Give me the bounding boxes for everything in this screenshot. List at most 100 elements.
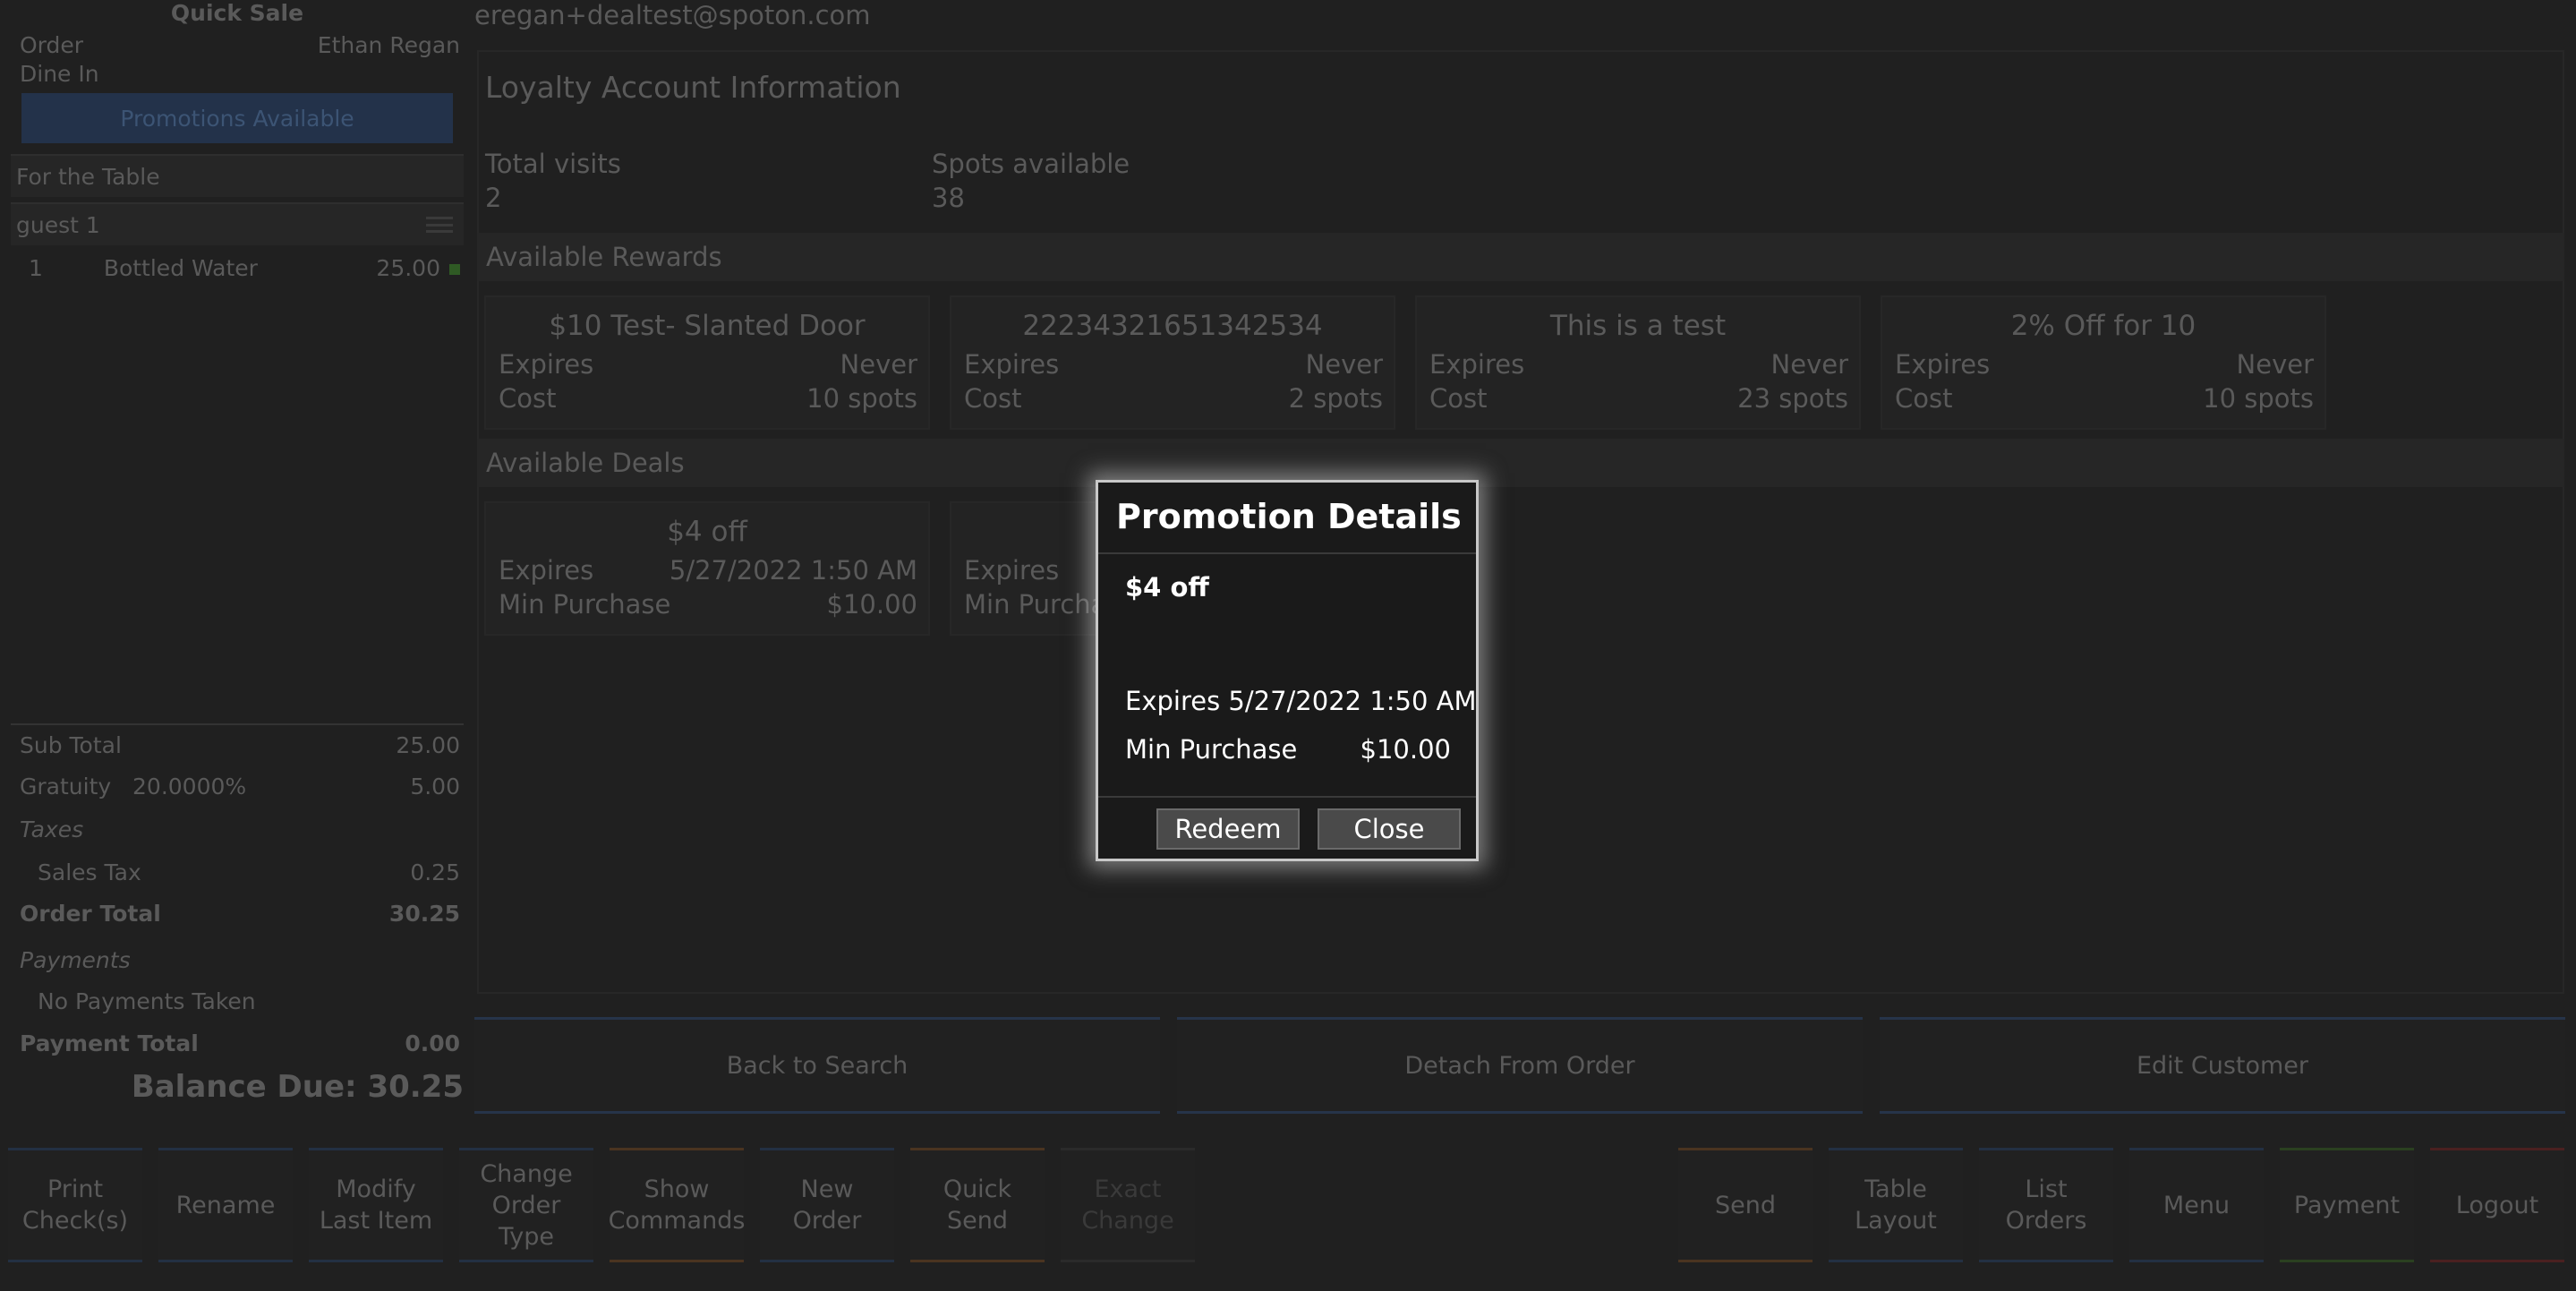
min-purchase-label: Min Purchase: [499, 589, 671, 620]
payment-total-value: 0.00: [405, 1030, 460, 1056]
order-label: Order: [20, 32, 84, 58]
sent-indicator-icon: [449, 264, 460, 275]
payment-total-row: Payment Total 0.00: [20, 1030, 460, 1056]
payments-label: Payments: [20, 947, 131, 973]
promotions-available-button[interactable]: Promotions Available: [21, 93, 453, 143]
gratuity-value: 5.00: [410, 774, 460, 799]
quick-send-button[interactable]: Quick Send: [910, 1148, 1045, 1262]
order-line-item[interactable]: 1 Bottled Water 25.00: [29, 255, 460, 281]
expires-value: Never: [840, 349, 917, 380]
new-order-button[interactable]: New Order: [760, 1148, 894, 1262]
order-type[interactable]: Dine In: [20, 61, 99, 87]
loyalty-title: Loyalty Account Information: [485, 70, 901, 105]
promotion-min-purchase: Min Purchase $10.00: [1125, 734, 1451, 765]
dialog-divider: [1098, 796, 1476, 798]
expires-label: Expires: [964, 349, 1060, 380]
section-for-the-table[interactable]: For the Table: [11, 154, 464, 197]
reward-card[interactable]: This is a test Expires Never Cost 23 spots: [1415, 295, 1861, 430]
order-total-label: Order Total: [20, 901, 161, 927]
spots-available-value: 38: [932, 183, 965, 213]
cost-value: 2 spots: [1288, 383, 1383, 414]
change-order-type-button[interactable]: Change Order Type: [459, 1148, 593, 1262]
total-visits: Total visits 2: [485, 147, 621, 215]
expires-value: 5/27/2022 1:50 AM: [669, 555, 917, 586]
payment-button[interactable]: Payment: [2280, 1148, 2414, 1262]
deals-header: Available Deals: [477, 439, 2564, 487]
print-checks-button[interactable]: Print Check(s): [8, 1148, 142, 1262]
sales-tax-value: 0.25: [410, 859, 460, 885]
expires-value: Never: [1305, 349, 1383, 380]
expires-label: Expires: [499, 555, 594, 586]
order-type-row: Dine In: [20, 61, 460, 87]
deal-card[interactable]: $4 off Expires 5/27/2022 1:50 AM Min Purc…: [484, 501, 930, 636]
modify-last-item-button[interactable]: Modify Last Item: [309, 1148, 443, 1262]
min-purchase-label: Min Purchase: [1125, 734, 1298, 765]
logout-button[interactable]: Logout: [2430, 1148, 2564, 1262]
customer-email: eregan+dealtest@spoton.com: [474, 0, 871, 30]
exact-change-button[interactable]: Exact Change: [1061, 1148, 1195, 1262]
reward-card[interactable]: 22234321651342534 Expires Never Cost 2 spo…: [950, 295, 1395, 430]
min-purchase-value: $10.00: [1360, 734, 1451, 765]
rewards-header: Available Rewards: [477, 233, 2564, 281]
cost-label: Cost: [1895, 383, 1953, 414]
gratuity-row[interactable]: Gratuity 20.0000% 5.00: [20, 774, 460, 799]
guest-row[interactable]: guest 1: [11, 202, 464, 245]
detach-from-order-button[interactable]: Detach From Order: [1177, 1017, 1863, 1114]
sales-tax-row: Sales Tax 0.25: [38, 859, 460, 885]
item-qty: 1: [29, 255, 43, 281]
payments-header: Payments: [20, 947, 460, 973]
redeem-button[interactable]: Redeem: [1156, 808, 1300, 850]
taxes-label: Taxes: [20, 816, 84, 842]
order-total-value: 30.25: [388, 901, 460, 927]
dialog-title: Promotion Details: [1116, 497, 1462, 536]
divider: [11, 723, 464, 725]
dialog-divider: [1098, 552, 1476, 554]
cost-value: 10 spots: [806, 383, 917, 414]
guest-label: guest 1: [16, 211, 100, 238]
expires-label: Expires: [1429, 349, 1525, 380]
balance-due: Balance Due: 30.25: [131, 1069, 464, 1105]
reward-card[interactable]: $10 Test- Slanted Door Expires Never Cost…: [484, 295, 930, 430]
promotion-name: $4 off: [1125, 572, 1209, 603]
item-price: 25.00: [376, 255, 440, 281]
spots-available: Spots available 38: [932, 147, 1130, 215]
deals-header-label: Available Deals: [486, 448, 685, 478]
min-purchase-label: Min Purcha: [964, 589, 1107, 620]
payment-total-label: Payment Total: [20, 1030, 199, 1056]
subtotal-value: 25.00: [396, 732, 460, 758]
list-orders-button[interactable]: List Orders: [1979, 1148, 2113, 1262]
total-visits-value: 2: [485, 183, 502, 213]
reward-card[interactable]: 2% Off for 10 Expires Never Cost 10 spots: [1881, 295, 2326, 430]
taxes-header: Taxes: [20, 816, 460, 842]
show-commands-button[interactable]: Show Commands: [609, 1148, 745, 1262]
promotion-details-dialog: Promotion Details $4 off Expires 5/27/20…: [1096, 480, 1479, 861]
expires-label: Expires: [1895, 349, 1991, 380]
cost-value: 10 spots: [2203, 383, 2314, 414]
reward-title: 2% Off for 10: [2010, 310, 2196, 342]
gratuity-rate: 20.0000%: [132, 774, 247, 799]
reward-title: 22234321651342534: [1022, 310, 1323, 342]
item-name: Bottled Water: [103, 255, 258, 281]
rewards-header-label: Available Rewards: [486, 242, 722, 272]
back-to-search-button[interactable]: Back to Search: [474, 1017, 1160, 1114]
order-panel: Quick Sale Order Ethan Regan Dine In Pro…: [0, 0, 469, 1132]
cost-label: Cost: [499, 383, 557, 414]
expires-label: Expires: [499, 349, 594, 380]
sales-tax-label: Sales Tax: [38, 859, 141, 885]
cost-value: 23 spots: [1737, 383, 1848, 414]
expires-label: Expires: [964, 555, 1060, 586]
total-visits-label: Total visits: [485, 149, 621, 179]
subtotal-label: Sub Total: [20, 732, 122, 758]
menu-icon[interactable]: [426, 217, 453, 233]
send-button[interactable]: Send: [1678, 1148, 1813, 1262]
table-layout-button[interactable]: Table Layout: [1829, 1148, 1963, 1262]
order-title: Quick Sale: [170, 0, 304, 26]
rename-button[interactable]: Rename: [158, 1148, 293, 1262]
spots-available-label: Spots available: [932, 149, 1130, 179]
gratuity-label: Gratuity: [20, 774, 112, 799]
reward-title: This is a test: [1549, 310, 1727, 342]
menu-button[interactable]: Menu: [2129, 1148, 2264, 1262]
order-total-row: Order Total 30.25: [20, 901, 460, 927]
close-button[interactable]: Close: [1318, 808, 1461, 850]
edit-customer-button[interactable]: Edit Customer: [1880, 1017, 2565, 1114]
